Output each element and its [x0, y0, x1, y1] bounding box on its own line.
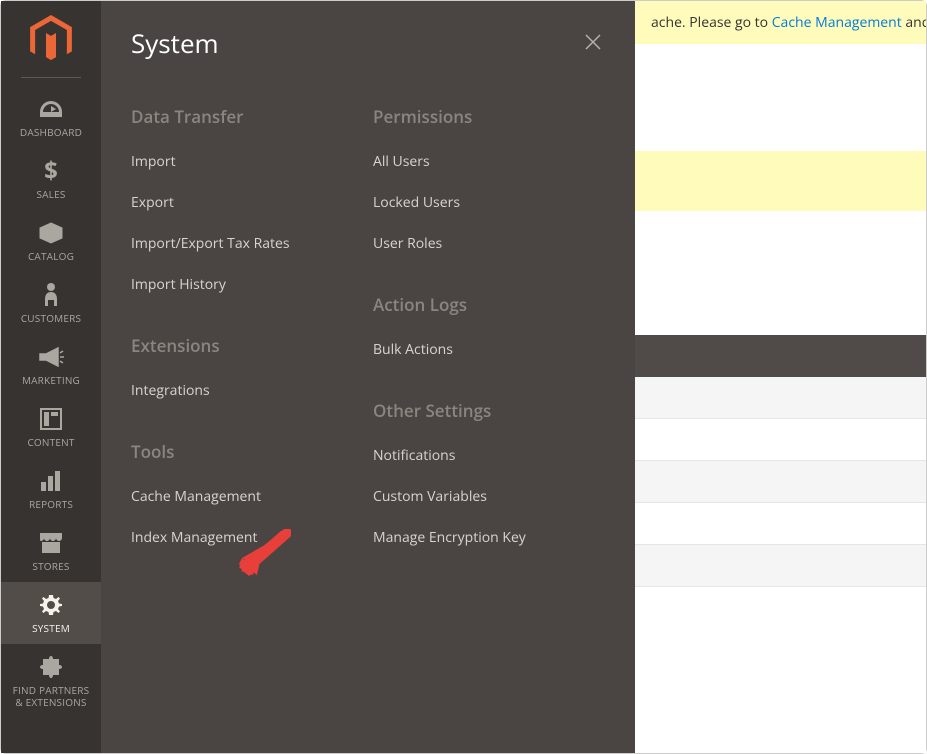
- sidebar-item-label: CUSTOMERS: [21, 312, 81, 324]
- sidebar-item-label: SYSTEM: [32, 622, 70, 634]
- link-import-history[interactable]: Import History: [131, 275, 363, 294]
- sidebar-item-content[interactable]: CONTENT: [1, 396, 101, 458]
- link-manage-encryption-key[interactable]: Manage Encryption Key: [373, 528, 605, 547]
- link-locked-users[interactable]: Locked Users: [373, 193, 605, 212]
- magento-logo[interactable]: [30, 15, 72, 63]
- megaphone-icon: [38, 344, 64, 370]
- close-button[interactable]: [581, 31, 605, 55]
- cache-notice-bar: ache. Please go to Cache Management and …: [635, 1, 926, 44]
- table-row[interactable]: [635, 377, 926, 419]
- gauge-icon: [38, 96, 64, 122]
- table-row[interactable]: Main Website Store: [635, 461, 926, 503]
- sidebar-item-customers[interactable]: CUSTOMERS: [1, 272, 101, 334]
- system-flyout-panel: System Data Transfer Import Export Impor…: [101, 1, 635, 753]
- sidebar-item-label: SALES: [36, 188, 65, 200]
- table-row[interactable]: [635, 419, 926, 461]
- box-icon: [39, 220, 63, 246]
- flyout-column-left: Data Transfer Import Export Import/Expor…: [131, 105, 363, 587]
- sidebar-item-label: FIND PARTNERS & EXTENSIONS: [13, 684, 90, 708]
- sidebar-item-reports[interactable]: REPORTS: [1, 458, 101, 520]
- section-title-extensions: Extensions: [131, 334, 363, 357]
- sidebar-item-find-partners[interactable]: FIND PARTNERS & EXTENSIONS: [1, 644, 101, 718]
- section-title-permissions: Permissions: [373, 105, 605, 128]
- section-title-data-transfer: Data Transfer: [131, 105, 363, 128]
- table-row[interactable]: Main Website Store: [635, 503, 926, 545]
- sidebar-item-label: REPORTS: [29, 498, 73, 510]
- link-export[interactable]: Export: [131, 193, 363, 212]
- sidebar-item-label: DASHBOARD: [20, 126, 82, 138]
- sidebar-item-dashboard[interactable]: DASHBOARD: [1, 86, 101, 148]
- section-title-tools: Tools: [131, 440, 363, 463]
- table-row[interactable]: Main Website Store: [635, 545, 926, 587]
- layout-icon: [40, 406, 62, 432]
- link-bulk-actions[interactable]: Bulk Actions: [373, 340, 605, 359]
- flyout-column-right: Permissions All Users Locked Users User …: [373, 105, 605, 587]
- flyout-title: System: [131, 25, 219, 61]
- sidebar-divider: [21, 77, 81, 78]
- dollar-icon: $: [43, 158, 59, 184]
- puzzle-icon: [39, 654, 63, 680]
- link-user-roles[interactable]: User Roles: [373, 234, 605, 253]
- gear-icon: [39, 592, 63, 618]
- sidebar-item-label: MARKETING: [22, 374, 80, 386]
- sidebar-item-sales[interactable]: $ SALES: [1, 148, 101, 210]
- storefront-icon: [39, 530, 63, 556]
- sidebar-item-marketing[interactable]: MARKETING: [1, 334, 101, 396]
- sidebar-item-label: CATALOG: [28, 250, 74, 262]
- sidebar-item-catalog[interactable]: CATALOG: [1, 210, 101, 272]
- table-header-row: Store: [635, 335, 926, 377]
- link-notifications[interactable]: Notifications: [373, 446, 605, 465]
- sidebar-item-stores[interactable]: STORES: [1, 520, 101, 582]
- link-import[interactable]: Import: [131, 152, 363, 171]
- notice-text-suffix: and r: [902, 13, 926, 32]
- bar-chart-icon: [40, 468, 62, 494]
- notice-area-extension: [635, 151, 926, 211]
- close-icon: [584, 30, 602, 57]
- link-import-export-tax-rates[interactable]: Import/Export Tax Rates: [131, 234, 363, 253]
- sidebar-item-label: CONTENT: [27, 436, 74, 448]
- notice-text-prefix: ache. Please go to: [651, 13, 772, 32]
- link-integrations[interactable]: Integrations: [131, 381, 363, 400]
- person-icon: [44, 282, 58, 308]
- section-title-other-settings: Other Settings: [373, 399, 605, 422]
- link-index-management[interactable]: Index Management: [131, 528, 363, 547]
- link-cache-management[interactable]: Cache Management: [131, 487, 363, 506]
- sidebar-item-label: STORES: [32, 560, 69, 572]
- section-title-action-logs: Action Logs: [373, 293, 605, 316]
- link-custom-variables[interactable]: Custom Variables: [373, 487, 605, 506]
- svg-text:$: $: [44, 158, 58, 184]
- link-all-users[interactable]: All Users: [373, 152, 605, 171]
- cache-management-link[interactable]: Cache Management: [772, 13, 902, 32]
- admin-sidebar: DASHBOARD $ SALES CATALOG CUSTOMERS MARK…: [1, 1, 101, 753]
- sidebar-item-system[interactable]: SYSTEM: [1, 582, 101, 644]
